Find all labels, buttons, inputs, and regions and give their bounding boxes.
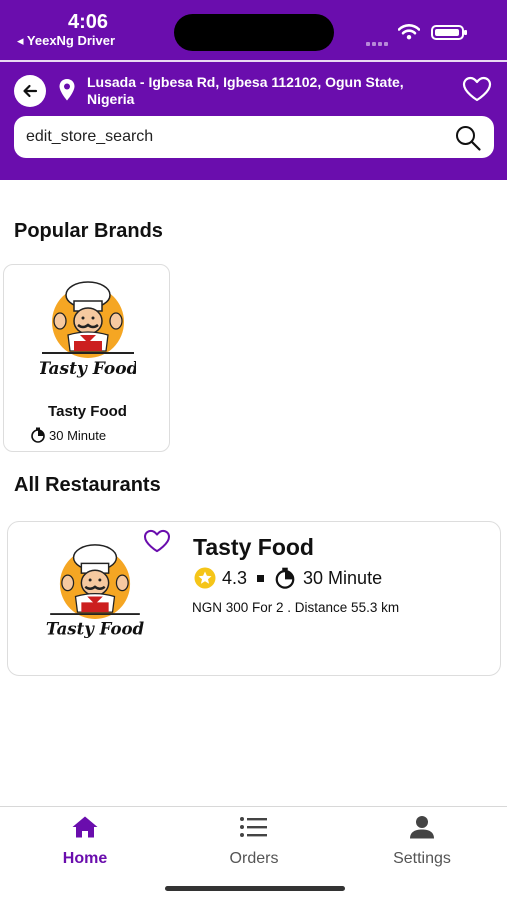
favorite-heart-icon[interactable] — [143, 529, 171, 553]
all-restaurants-title: All Restaurants — [14, 474, 161, 496]
logo-text: Tasty Food — [46, 619, 145, 639]
brand-name: Tasty Food — [48, 403, 127, 420]
person-icon — [410, 816, 434, 839]
favorites-heart-icon[interactable] — [462, 76, 492, 102]
star-icon — [194, 567, 216, 589]
brand-time-label: 30 Minute — [49, 427, 107, 443]
logo-text: Tasty Food — [40, 359, 136, 379]
header-divider — [0, 60, 507, 62]
restaurant-price-distance: NGN 300 For 2 . Distance 55.3 km — [192, 600, 400, 615]
restaurant-rating: 4.3 — [222, 567, 248, 588]
back-to-app-link[interactable]: ◂ YeexNg Driver — [17, 33, 115, 49]
popular-brands-title: Popular Brands — [14, 220, 163, 242]
search-input[interactable]: edit_store_search — [26, 128, 153, 146]
nav-home-label: Home — [62, 850, 108, 867]
header: 4:06 ◂ YeexNg Driver Lusada - Igbesa Rd,… — [0, 0, 507, 180]
cellular-signal-icon — [366, 33, 390, 46]
status-bar: 4:06 ◂ YeexNg Driver — [0, 0, 507, 58]
nav-orders[interactable]: Orders — [184, 815, 324, 868]
list-icon — [240, 817, 267, 837]
battery-icon — [431, 25, 467, 40]
timer-icon — [275, 567, 295, 589]
location-pin-icon — [59, 79, 75, 101]
separator-dot — [257, 574, 265, 582]
restaurant-name: Tasty Food — [193, 534, 314, 560]
status-time: 4:06 — [68, 11, 109, 33]
delivery-address[interactable]: Lusada - Igbesa Rd, Igbesa 112102, Ogun … — [87, 74, 447, 108]
store-search-bar[interactable]: edit_store_search — [14, 116, 494, 158]
home-indicator[interactable] — [165, 886, 345, 891]
wifi-icon — [398, 24, 420, 40]
nav-home[interactable]: Home — [15, 815, 155, 868]
search-icon[interactable] — [454, 124, 482, 152]
tasty-food-logo: Tasty Food — [40, 281, 136, 379]
timer-icon — [31, 427, 45, 443]
brand-delivery-time: 30 Minute — [30, 427, 106, 443]
back-button[interactable] — [14, 75, 46, 107]
nav-settings-label: Settings — [393, 850, 451, 867]
nav-settings[interactable]: Settings — [352, 815, 492, 868]
restaurant-meta: 4.3 30 Minute — [194, 567, 382, 589]
nav-orders-label: Orders — [229, 850, 279, 867]
arrow-left-icon — [23, 84, 38, 98]
home-icon — [72, 816, 98, 838]
brand-card[interactable]: Tasty Food Tasty Food 30 Minute — [3, 264, 170, 452]
restaurant-delivery-time: 30 Minute — [303, 567, 383, 588]
restaurant-card[interactable]: Tasty Food Tasty Food 4.3 30 Minute NGN … — [7, 521, 501, 676]
dynamic-island — [174, 14, 334, 51]
tasty-food-logo: Tasty Food — [46, 544, 145, 639]
